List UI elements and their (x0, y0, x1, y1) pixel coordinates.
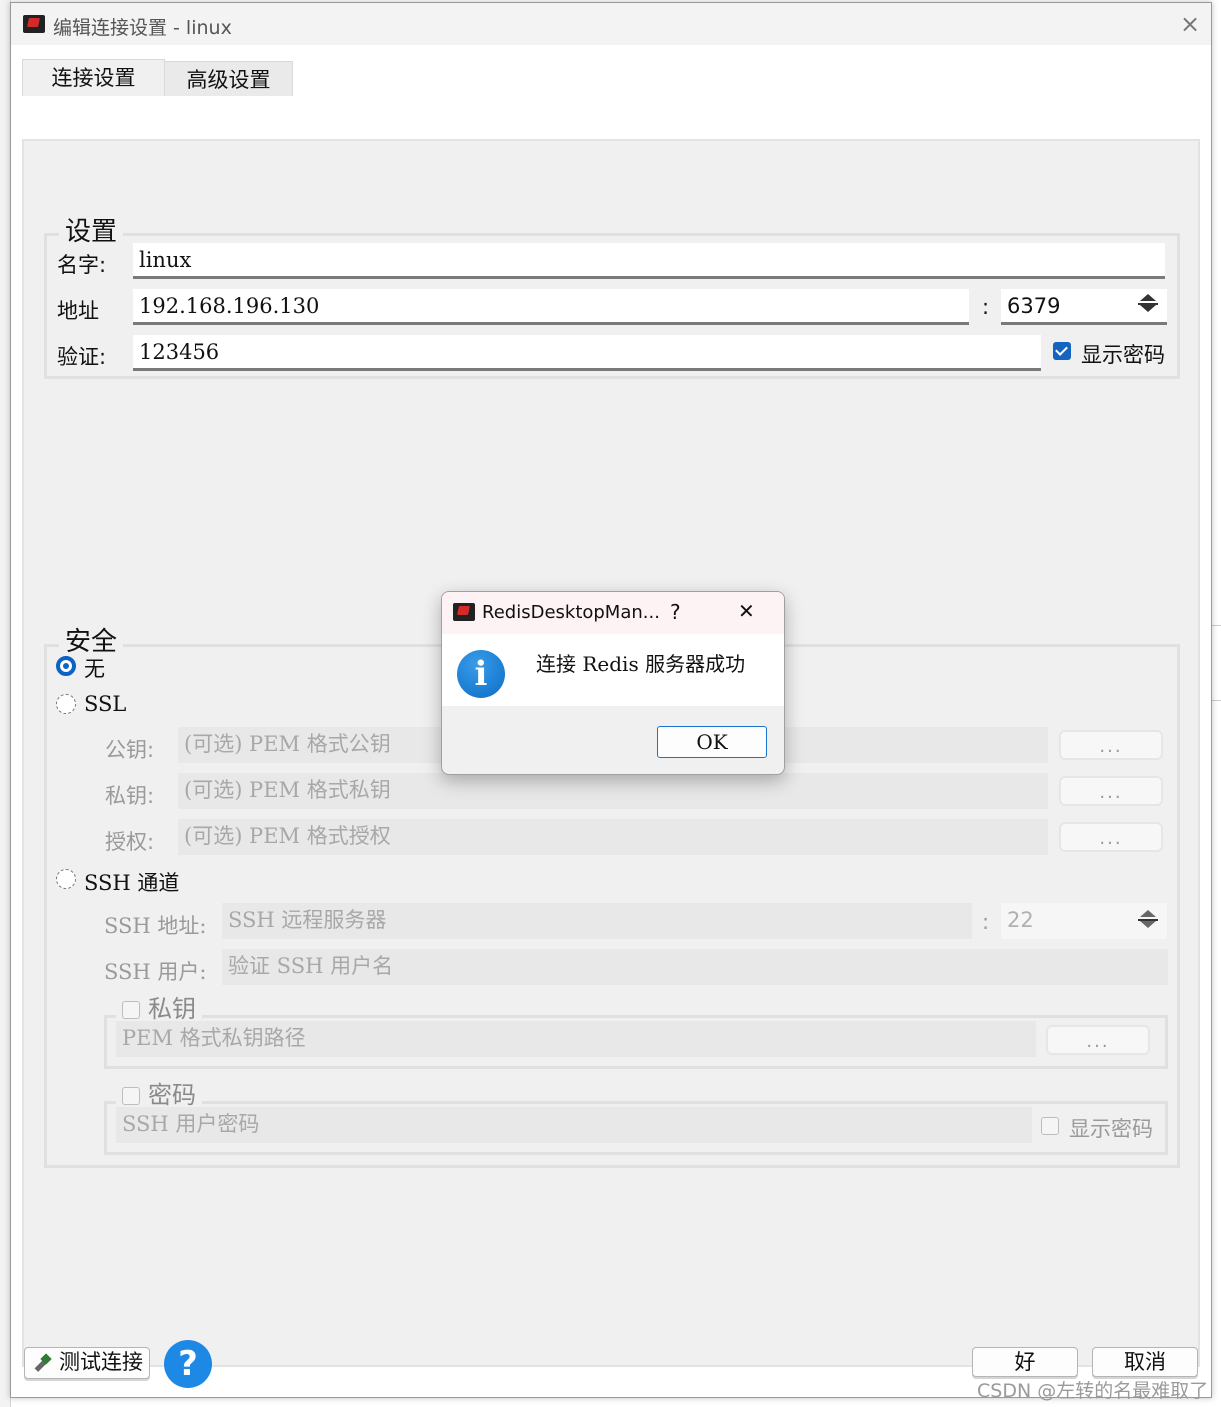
redis-app-icon (23, 15, 45, 33)
ssh-private-key-checkbox[interactable] (122, 1001, 140, 1019)
ssh-port-spinbox[interactable]: 22 (1001, 903, 1167, 939)
help-icon[interactable]: ? (164, 1340, 212, 1388)
security-ssh-label: SSH 通道 (84, 871, 180, 895)
security-none-label: 无 (84, 657, 105, 681)
messagebox-body: i 连接 Redis 服务器成功 (442, 634, 784, 706)
port-spinbox[interactable]: 6379 (1001, 289, 1167, 325)
ssh-private-key-group-legend: 私钥 (116, 994, 202, 1024)
messagebox-close-icon[interactable]: ✕ (738, 599, 755, 623)
messagebox-title: RedisDesktopMan... (482, 602, 660, 623)
port-value: 6379 (1007, 294, 1061, 318)
messagebox-message: 连接 Redis 服务器成功 (536, 652, 746, 676)
auth-label: 验证: (57, 345, 107, 369)
test-connection-button[interactable]: 测试连接 (24, 1347, 150, 1379)
cancel-button[interactable]: 取消 (1092, 1347, 1198, 1377)
spin-arrows-icon[interactable] (1135, 291, 1161, 317)
ok-button[interactable]: 好 (972, 1347, 1078, 1377)
pem-path-browse-button[interactable]: ... (1046, 1025, 1150, 1055)
messagebox-ok-button[interactable]: OK (657, 726, 767, 758)
authority-label: 授权: (105, 830, 155, 854)
ssh-show-password-checkbox[interactable] (1041, 1117, 1059, 1135)
security-none-radio[interactable] (56, 656, 76, 676)
connection-success-messagebox: RedisDesktopMan... ? ✕ i 连接 Redis 服务器成功 … (441, 591, 785, 775)
window-title: 编辑连接设置 - linux (53, 17, 232, 39)
private-key-input[interactable]: (可选) PEM 格式私钥 (178, 773, 1048, 809)
ssh-address-label: SSH 地址: (104, 914, 207, 938)
tab-advanced-settings[interactable]: 高级设置 (164, 61, 293, 96)
ssh-user-input[interactable]: 验证 SSH 用户名 (222, 949, 1168, 985)
info-icon: i (457, 650, 505, 698)
public-key-browse-button[interactable]: ... (1059, 730, 1163, 760)
ssh-password-group-legend: 密码 (116, 1080, 202, 1110)
spin-arrows-icon[interactable] (1135, 907, 1161, 933)
plug-icon (31, 1352, 53, 1374)
messagebox-title-bar[interactable]: RedisDesktopMan... ? ✕ (442, 592, 784, 634)
csdn-watermark: CSDN @左转的名最难取了 (977, 1380, 1209, 1402)
show-password-checkbox[interactable] (1053, 342, 1071, 360)
private-key-label: 私钥: (105, 784, 155, 808)
address-input[interactable]: 192.168.196.130 (133, 289, 969, 325)
address-label: 地址 (57, 299, 99, 323)
security-ssh-radio[interactable] (56, 869, 76, 889)
messagebox-help-icon[interactable]: ? (670, 600, 681, 624)
pem-path-input[interactable]: PEM 格式私钥路径 (116, 1021, 1036, 1057)
authority-browse-button[interactable]: ... (1059, 822, 1163, 852)
ssh-password-checkbox[interactable] (122, 1087, 140, 1105)
show-password-label: 显示密码 (1081, 343, 1165, 367)
redis-app-icon (453, 603, 475, 621)
name-input[interactable]: linux (133, 243, 1165, 279)
ssh-port-value: 22 (1007, 908, 1034, 932)
name-label: 名字: (57, 253, 107, 277)
settings-group-legend: 设置 (59, 217, 124, 247)
security-ssl-radio[interactable] (56, 694, 76, 714)
ssh-password-input[interactable]: SSH 用户密码 (116, 1107, 1032, 1143)
ssh-port-separator: : (982, 910, 990, 934)
ssh-show-password-label: 显示密码 (1069, 1117, 1153, 1141)
test-connection-label: 测试连接 (59, 1350, 143, 1374)
tab-connection-settings[interactable]: 连接设置 (22, 59, 165, 96)
private-key-browse-button[interactable]: ... (1059, 776, 1163, 806)
public-key-label: 公钥: (105, 738, 155, 762)
authority-input[interactable]: (可选) PEM 格式授权 (178, 819, 1048, 855)
ssh-private-key-group-label: 私钥 (148, 995, 196, 1023)
ssh-password-group-label: 密码 (148, 1081, 196, 1109)
auth-password-input[interactable]: 123456 (133, 335, 1041, 371)
security-ssl-label: SSL (84, 692, 127, 716)
ssh-address-input[interactable]: SSH 远程服务器 (222, 903, 972, 939)
title-bar[interactable]: 编辑连接设置 - linux × (11, 3, 1211, 45)
port-separator: : (982, 295, 990, 319)
ssh-user-label: SSH 用户: (104, 960, 207, 984)
close-icon[interactable]: × (1175, 9, 1205, 39)
background-app-right-edge (1211, 0, 1221, 1407)
